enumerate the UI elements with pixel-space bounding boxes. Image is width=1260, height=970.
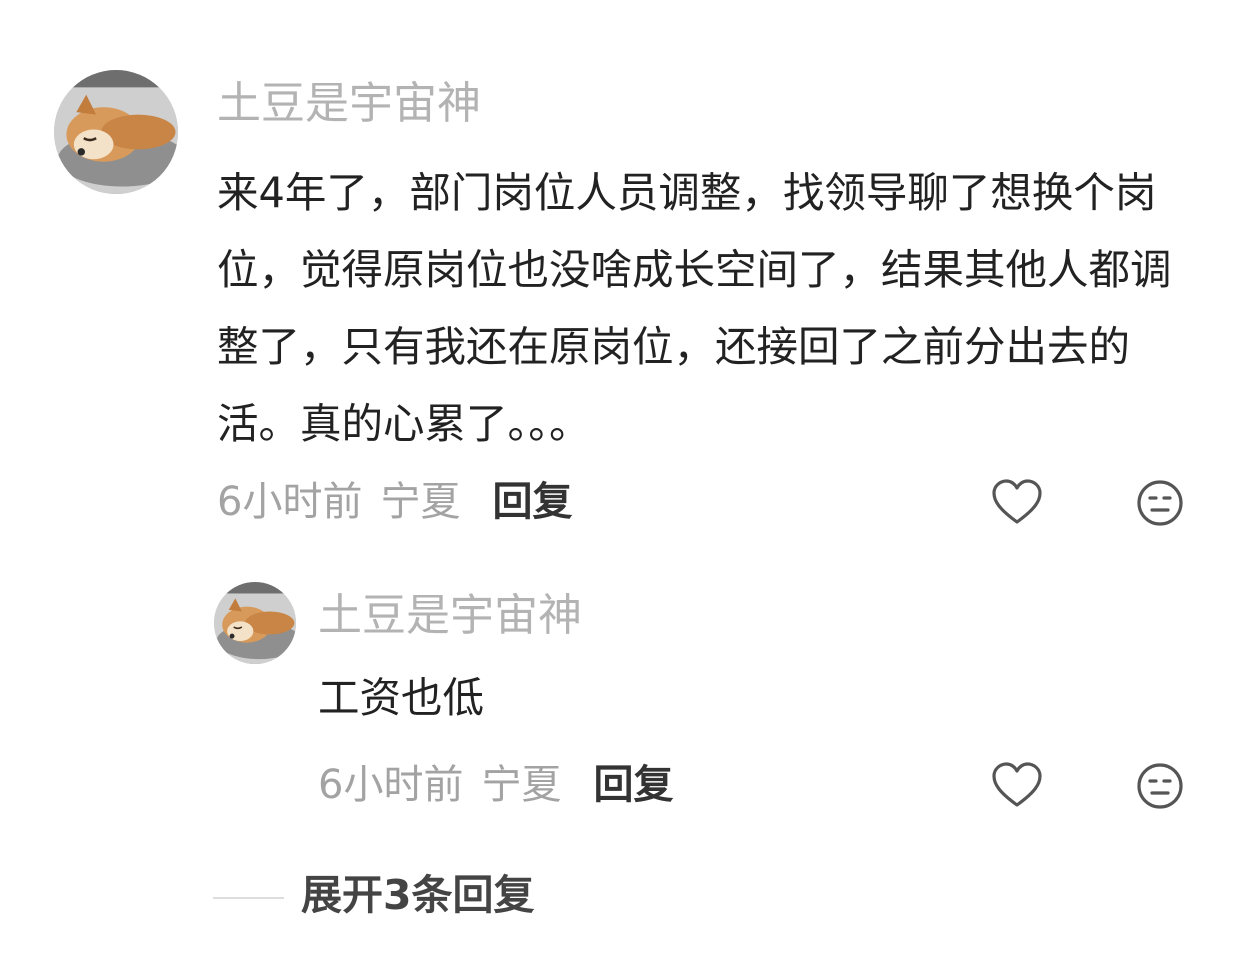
dislike-button[interactable] — [1132, 475, 1188, 531]
reply-text: 工资也低 — [318, 673, 485, 722]
replier-avatar[interactable] — [214, 582, 296, 664]
reply-dislike-button[interactable] — [1132, 758, 1188, 814]
neutral-face-icon — [1137, 763, 1183, 809]
commenter-avatar[interactable] — [54, 70, 178, 194]
comment-meta: 6小时前 宁夏 回复 — [217, 482, 572, 522]
comment-text: 来4年了，部门岗位人员调整，找领导聊了想换个岗位，觉得原岗位也没啥成长空间了，结… — [217, 168, 1172, 448]
replier-username[interactable]: 土豆是宇宙神 — [318, 594, 582, 638]
expand-replies-button[interactable]: 展开3条回复 — [301, 875, 535, 916]
heart-outline-icon — [992, 762, 1042, 807]
reply-meta: 6小时前 宁夏 回复 — [318, 765, 673, 805]
comment-region: 宁夏 — [380, 479, 461, 525]
reply-like-button[interactable] — [989, 758, 1045, 814]
reply-region: 宁夏 — [481, 762, 562, 808]
neutral-face-icon — [1137, 480, 1183, 526]
comment-time: 6小时前 — [217, 479, 363, 525]
commenter-username[interactable]: 土豆是宇宙神 — [217, 82, 481, 126]
reply-to-reply-button[interactable]: 回复 — [593, 765, 673, 805]
expand-divider — [213, 897, 284, 899]
shiba-dog-icon — [54, 70, 178, 194]
reply-button[interactable]: 回复 — [492, 482, 572, 522]
shiba-dog-icon — [214, 582, 296, 664]
like-button[interactable] — [989, 475, 1045, 531]
reply-time: 6小时前 — [318, 762, 464, 808]
heart-outline-icon — [992, 479, 1042, 524]
